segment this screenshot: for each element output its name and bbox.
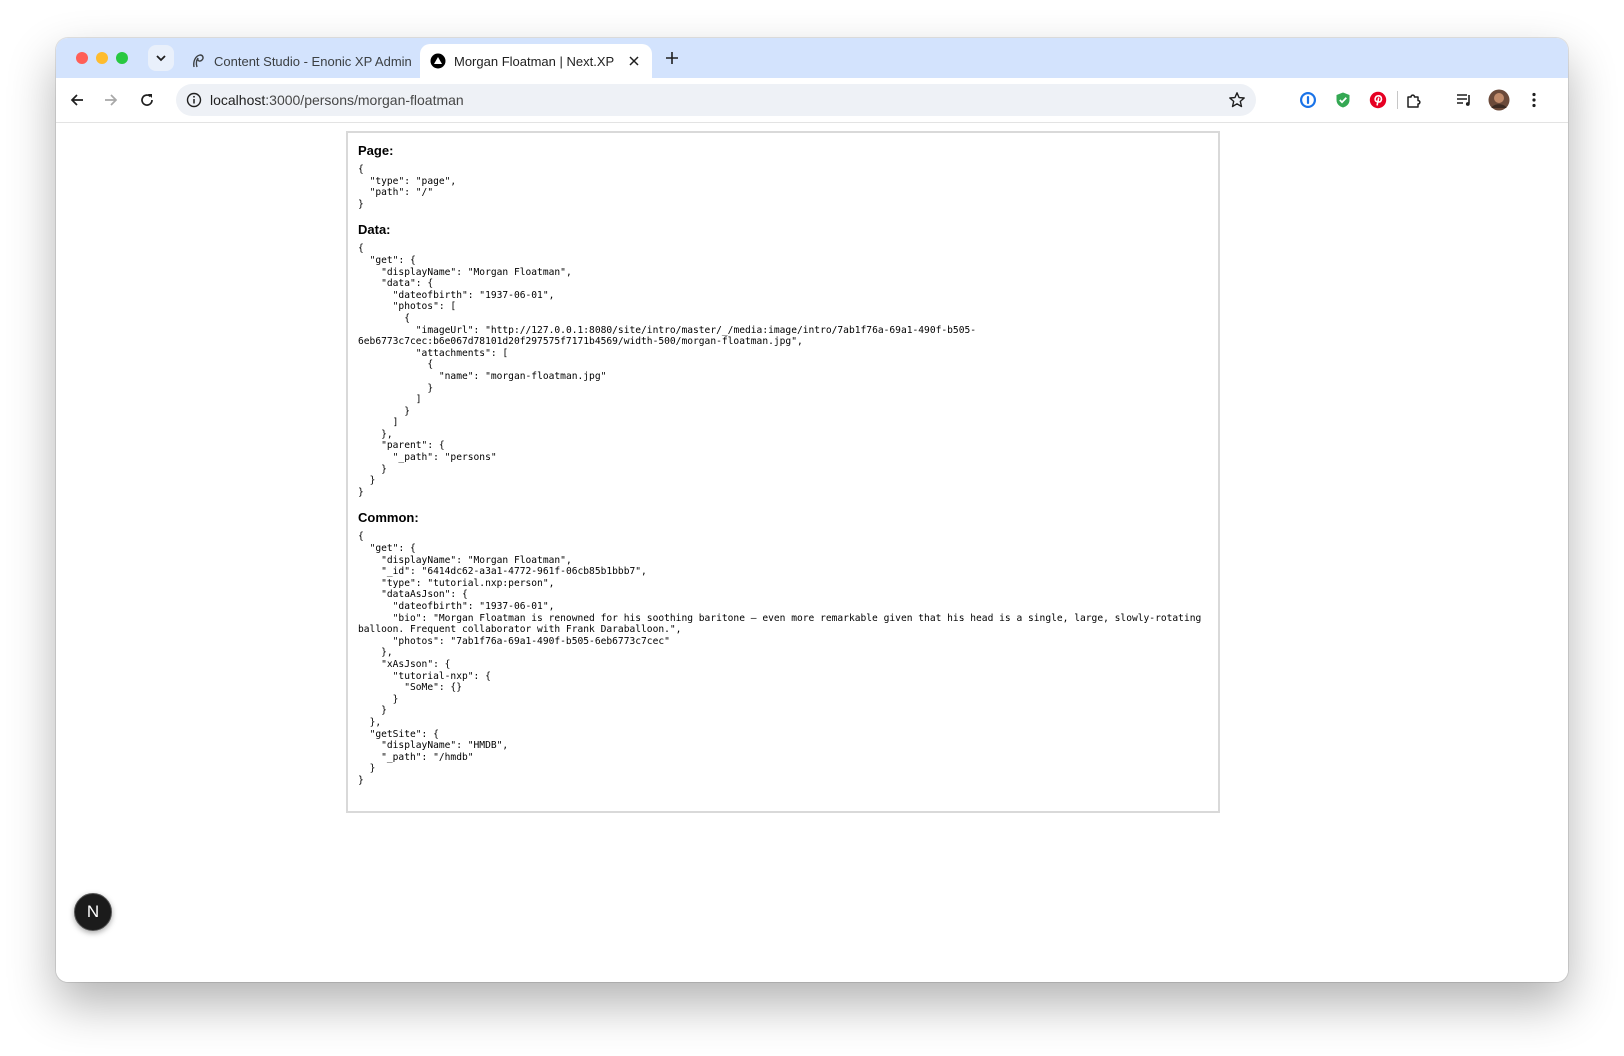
reload-icon [141,94,153,106]
nextjs-dev-indicator[interactable]: N [74,893,112,931]
back-button[interactable] [66,89,88,111]
browser-window: Content Studio - Enonic XP Admin Morgan … [56,38,1568,982]
close-window-button[interactable] [76,52,88,64]
url-text: localhost:3000/persons/morgan-floatman [210,92,464,108]
enonic-icon [193,54,204,68]
reading-list-button[interactable] [1454,90,1474,110]
reload-button[interactable] [136,89,158,111]
tab-strip: Content Studio - Enonic XP Admin Morgan … [56,38,1568,78]
profile-avatar [1488,89,1510,111]
minimize-window-button[interactable] [96,52,108,64]
tab-morgan-floatman[interactable]: Morgan Floatman | Next.XP [420,44,652,78]
url-path: :3000/persons/morgan-floatman [265,92,464,108]
section-heading-common: Common: [358,510,419,526]
extensions-button[interactable] [1404,90,1424,110]
arrow-right-icon [105,94,118,106]
forward-button[interactable] [100,89,122,111]
toolbar-divider [1397,91,1398,109]
tab-title: Content Studio - Enonic XP Admin [214,53,412,69]
profile-button[interactable] [1488,89,1510,111]
more-menu-icon [1532,92,1536,108]
pinterest-extension[interactable] [1368,90,1388,110]
section-heading-data: Data: [358,222,391,238]
new-tab-button[interactable] [662,48,682,68]
1password-extension[interactable] [1298,90,1318,110]
shield-check-icon [1336,92,1350,108]
tab-search-button[interactable] [148,45,174,71]
puzzle-extensions-icon [1407,94,1421,108]
browser-toolbar: localhost:3000/persons/morgan-floatman [56,78,1568,123]
more-menu-button[interactable] [1524,90,1544,110]
bookmark-star-icon[interactable] [1228,91,1246,109]
nextjs-icon [430,53,446,69]
close-icon [629,56,639,66]
reading-list-icon [1457,94,1470,106]
info-icon[interactable] [186,92,202,108]
chevron-down-icon [156,55,166,62]
url-host: localhost [210,92,266,108]
1password-icon [1300,92,1316,108]
page-json: { "type": "page", "path": "/" } [358,164,457,210]
tab-title: Morgan Floatman | Next.XP [454,53,615,69]
shield-extension[interactable] [1333,90,1353,110]
nextjs-badge-label: N [86,902,100,921]
page-content: Page: { "type": "page", "path": "/" } Da… [56,123,1568,982]
debug-panel: Page: { "type": "page", "path": "/" } Da… [346,131,1220,813]
common-json: { "get": { "displayName": "Morgan Floatm… [358,531,1202,786]
address-bar[interactable]: localhost:3000/persons/morgan-floatman [176,84,1256,116]
pinterest-icon [1369,91,1387,109]
maximize-window-button[interactable] [116,52,128,64]
close-tab-button[interactable] [626,53,642,69]
arrow-left-icon [70,94,83,106]
data-json: { "get": { "displayName": "Morgan Floatm… [358,243,977,498]
plus-icon [666,52,678,64]
section-heading-page: Page: [358,143,394,158]
